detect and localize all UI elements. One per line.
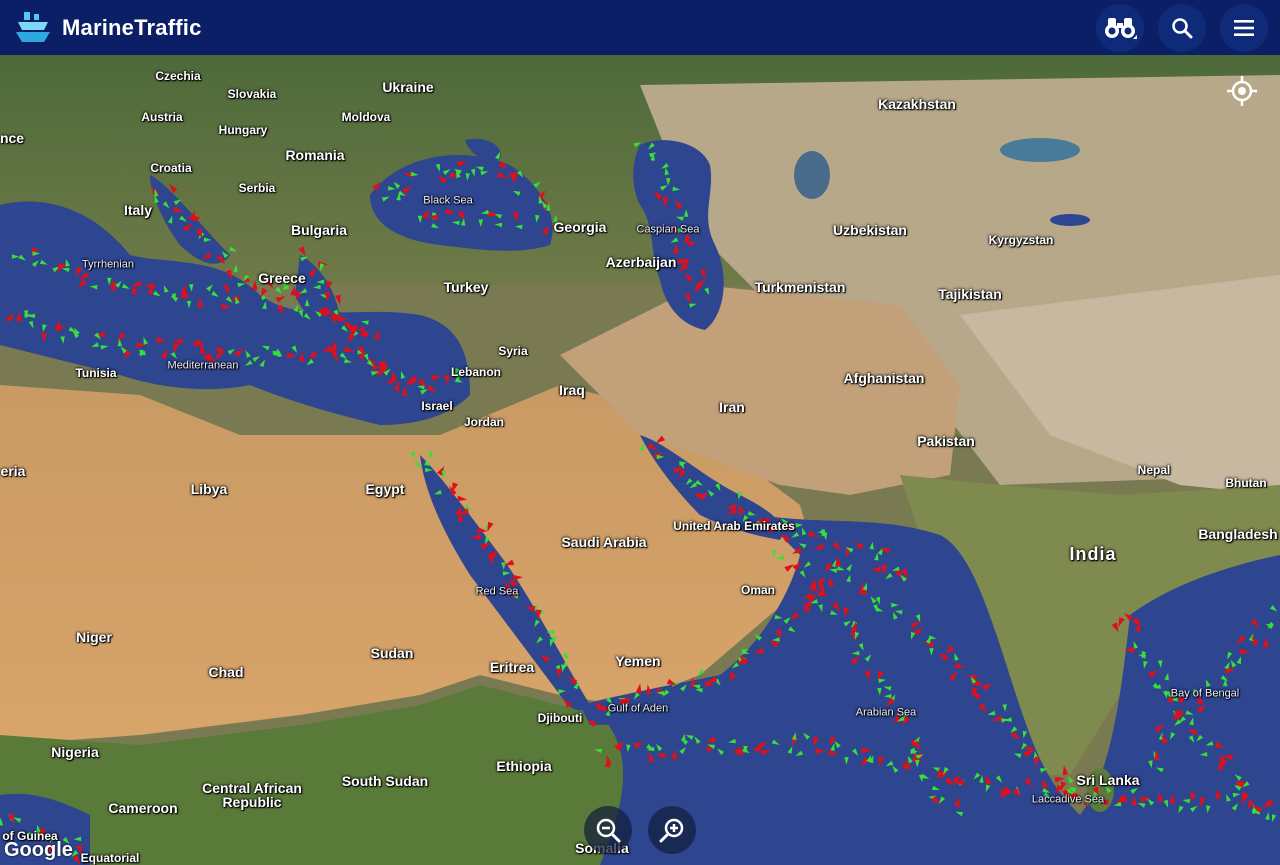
label-algeria-partial: eria (0, 463, 26, 479)
label-turkey: Turkey (443, 279, 489, 295)
ship-logo-icon (16, 11, 50, 42)
label-bhutan: Bhutan (1225, 476, 1267, 490)
label-nepal: Nepal (1137, 463, 1171, 477)
label-oman: Oman (740, 583, 776, 597)
label-italy: Italy (123, 202, 153, 218)
brand[interactable]: MarineTraffic (14, 10, 202, 46)
menu-button[interactable] (1220, 4, 1268, 52)
locate-me-button[interactable] (1226, 75, 1258, 107)
map-basemap (0, 55, 1280, 865)
label-israel: Israel (421, 399, 453, 413)
label-greece: Greece (258, 270, 306, 286)
top-app-bar: MarineTraffic (0, 0, 1280, 55)
label-laccadive-sea: Laccadive Sea (1031, 793, 1105, 806)
label-france-partial: nce (0, 130, 25, 146)
label-saudi-arabia: Saudi Arabia (561, 534, 647, 550)
label-croatia: Croatia (150, 161, 192, 175)
label-caspian-sea: Caspian Sea (636, 223, 700, 236)
hamburger-menu-icon (1234, 20, 1254, 36)
google-attribution: Google (4, 839, 73, 861)
label-afghanistan: Afghanistan (843, 370, 925, 386)
label-tunisia: Tunisia (75, 366, 117, 380)
label-kyrgyzstan: Kyrgyzstan (988, 233, 1054, 247)
label-sri-lanka: Sri Lanka (1076, 772, 1140, 788)
label-czechia: Czechia (155, 69, 201, 83)
label-egypt: Egypt (365, 481, 405, 497)
map-view[interactable]: Czechia Slovakia Ukraine Kazakhstan Aust… (0, 55, 1280, 865)
label-slovakia: Slovakia (227, 87, 277, 101)
label-eritrea: Eritrea (489, 659, 535, 675)
label-serbia: Serbia (238, 181, 276, 195)
search-icon (1172, 18, 1193, 39)
label-gulf-of-aden: Gulf of Aden (607, 702, 669, 715)
label-red-sea: Red Sea (475, 585, 519, 598)
label-sudan: Sudan (370, 645, 414, 661)
label-bulgaria: Bulgaria (290, 222, 348, 238)
label-djibouti: Djibouti (537, 711, 583, 725)
label-turkmenistan: Turkmenistan (754, 279, 846, 295)
label-ethiopia: Ethiopia (496, 758, 552, 774)
binoculars-icon (1105, 18, 1137, 39)
label-equatorial: Equatorial (80, 851, 140, 865)
label-syria: Syria (498, 344, 528, 358)
zoom-in-button[interactable] (648, 806, 696, 854)
label-jordan: Jordan (463, 415, 505, 429)
label-cameroon: Cameroon (108, 800, 178, 816)
label-iran: Iran (719, 399, 745, 415)
label-tyrrhenian: Tyrrhenian (82, 258, 134, 271)
search-button[interactable] (1158, 4, 1206, 52)
label-mediterranean: Mediterranean (167, 359, 239, 372)
label-black-sea: Black Sea (423, 194, 473, 207)
label-pakistan: Pakistan (917, 433, 975, 449)
label-yemen: Yemen (615, 653, 661, 669)
label-azerbaijan: Azerbaijan (605, 254, 677, 270)
label-arabian-sea: Arabian Sea (855, 706, 917, 719)
label-kazakhstan: Kazakhstan (878, 96, 956, 112)
label-austria: Austria (141, 110, 183, 124)
label-nigeria: Nigeria (51, 744, 99, 760)
crosshair-locate-icon (1227, 76, 1257, 106)
binoculars-button[interactable] (1096, 4, 1144, 52)
label-india: India (1069, 544, 1117, 564)
label-ukraine: Ukraine (382, 79, 434, 95)
label-moldova: Moldova (341, 110, 391, 124)
label-romania: Romania (285, 147, 345, 163)
zoom-in-icon (659, 818, 684, 843)
label-south-sudan: South Sudan (341, 773, 429, 789)
label-chad: Chad (208, 664, 244, 680)
label-niger: Niger (76, 629, 112, 645)
app-name: MarineTraffic (62, 14, 202, 40)
label-iraq: Iraq (559, 382, 585, 398)
label-tajikistan: Tajikistan (938, 286, 1002, 302)
label-uzbekistan: Uzbekistan (833, 222, 907, 238)
label-uae: United Arab Emirates (673, 519, 795, 533)
label-libya: Libya (190, 481, 228, 497)
header-actions (1096, 4, 1268, 52)
label-bangladesh: Bangladesh (1198, 526, 1278, 542)
label-lebanon: Lebanon (451, 365, 501, 379)
label-georgia: Georgia (553, 219, 607, 235)
zoom-out-icon (596, 818, 621, 843)
label-central-african-republic: Central African Republic (202, 780, 302, 810)
label-hungary: Hungary (218, 123, 268, 137)
zoom-out-button[interactable] (584, 806, 632, 854)
label-bay-of-bengal: Bay of Bengal (1170, 687, 1240, 700)
